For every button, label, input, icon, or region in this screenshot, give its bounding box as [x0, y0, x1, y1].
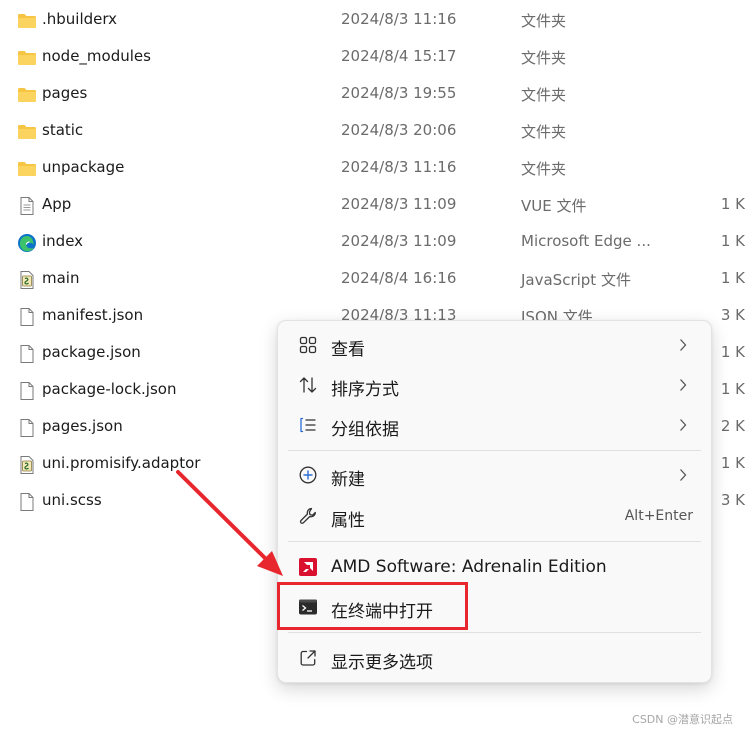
- grid-view-icon: [299, 336, 317, 354]
- file-date: 2024/8/3 11:16: [341, 158, 457, 176]
- file-name: package-lock.json: [42, 380, 177, 398]
- menu-item-group[interactable]: 分组依据: [282, 406, 707, 444]
- menu-item-properties[interactable]: 属性 Alt+Enter: [282, 497, 707, 535]
- file-row[interactable]: index 2024/8/3 11:09 Microsoft Edge ... …: [0, 223, 745, 260]
- file-name: App: [42, 195, 72, 213]
- menu-item-view[interactable]: 查看: [282, 326, 707, 364]
- file-row[interactable]: .hbuilderx 2024/8/3 11:16 文件夹: [0, 1, 745, 38]
- file-size: 1 K: [720, 454, 745, 472]
- menu-item-label: 属性: [331, 511, 365, 531]
- file-date: 2024/8/3 11:16: [341, 10, 457, 28]
- file-size: 3 K: [720, 491, 745, 509]
- menu-item-label: 查看: [331, 340, 365, 360]
- blank-file-icon: [20, 493, 34, 511]
- wrench-icon: [299, 507, 316, 524]
- file-size: 1 K: [720, 269, 745, 287]
- file-size: 3 K: [720, 306, 745, 324]
- file-name: manifest.json: [42, 306, 144, 324]
- blank-file-icon: [20, 345, 34, 363]
- file-date: 2024/8/3 11:09: [341, 195, 457, 213]
- file-name: pages: [42, 84, 88, 102]
- file-date: 2024/8/4 16:16: [341, 269, 457, 287]
- file-type: 文件夹: [521, 12, 567, 30]
- chevron-right-icon: [680, 469, 687, 481]
- file-name: package.json: [42, 343, 141, 361]
- file-type: VUE 文件: [521, 197, 587, 215]
- text-file-icon: [20, 197, 34, 215]
- file-row[interactable]: pages 2024/8/3 19:55 文件夹: [0, 75, 745, 112]
- file-date: 2024/8/3 20:06: [341, 121, 457, 139]
- file-name: static: [42, 121, 84, 139]
- file-date: 2024/8/3 11:09: [341, 232, 457, 250]
- file-type: 文件夹: [521, 123, 567, 141]
- file-date: 2024/8/3 19:55: [341, 84, 457, 102]
- folder-icon: [18, 51, 36, 65]
- file-name: uni.scss: [42, 491, 102, 509]
- file-row[interactable]: node_modules 2024/8/4 15:17 文件夹: [0, 38, 745, 75]
- menu-separator: [288, 541, 701, 542]
- blank-file-icon: [20, 308, 34, 326]
- file-date: 2024/8/4 15:17: [341, 47, 457, 65]
- menu-item-label: 新建: [331, 470, 365, 490]
- menu-item-sort[interactable]: 排序方式: [282, 366, 707, 404]
- chevron-right-icon: [680, 419, 687, 431]
- chevron-right-icon: [680, 339, 687, 351]
- folder-icon: [18, 162, 36, 176]
- menu-item-label: 排序方式: [331, 380, 399, 400]
- file-name: node_modules: [42, 47, 151, 65]
- sort-arrows-icon: [299, 377, 317, 393]
- folder-icon: [18, 125, 36, 139]
- menu-separator: [288, 632, 701, 633]
- file-name: uni.promisify.adaptor: [42, 454, 201, 472]
- folder-icon: [18, 88, 36, 102]
- file-name: unpackage: [42, 158, 125, 176]
- file-name: pages.json: [42, 417, 123, 435]
- file-row[interactable]: main 2024/8/4 16:16 JavaScript 文件 1 K: [0, 260, 745, 297]
- file-size: 1 K: [720, 343, 745, 361]
- script-file-icon: [20, 456, 34, 474]
- file-type: 文件夹: [521, 86, 567, 104]
- file-size: 1 K: [720, 195, 745, 213]
- file-size: 1 K: [720, 232, 745, 250]
- menu-item-shortcut: Alt+Enter: [624, 508, 693, 524]
- menu-item-amd-software[interactable]: AMD Software: Adrenalin Edition: [282, 548, 707, 586]
- file-name: .hbuilderx: [42, 10, 118, 28]
- blank-file-icon: [20, 419, 34, 437]
- menu-item-label: 显示更多选项: [331, 653, 433, 673]
- file-type: 文件夹: [521, 160, 567, 178]
- menu-item-label: AMD Software: Adrenalin Edition: [331, 557, 607, 577]
- group-list-icon: [300, 417, 316, 433]
- menu-item-new[interactable]: 新建: [282, 456, 707, 494]
- annotation-highlight-box: [277, 582, 468, 630]
- file-name: index: [42, 232, 84, 250]
- edge-icon: [18, 234, 36, 252]
- chevron-right-icon: [680, 379, 687, 391]
- blank-file-icon: [20, 382, 34, 400]
- external-link-icon: [300, 650, 316, 666]
- file-name: main: [42, 269, 80, 287]
- file-type: Microsoft Edge ...: [521, 232, 651, 250]
- amd-logo-icon: [299, 558, 317, 576]
- file-type: 文件夹: [521, 49, 567, 67]
- file-row[interactable]: static 2024/8/3 20:06 文件夹: [0, 112, 745, 149]
- script-file-icon: [20, 271, 34, 289]
- file-row[interactable]: unpackage 2024/8/3 11:16 文件夹: [0, 149, 745, 186]
- file-type: JavaScript 文件: [521, 271, 631, 289]
- menu-separator: [288, 450, 701, 451]
- watermark: CSDN @潜意识起点: [632, 713, 733, 726]
- folder-icon: [18, 14, 36, 28]
- file-size: 2 K: [720, 417, 745, 435]
- menu-item-label: 分组依据: [331, 420, 399, 440]
- plus-circle-icon: [299, 466, 317, 484]
- menu-item-show-more-options[interactable]: 显示更多选项: [282, 639, 707, 677]
- file-size: 1 K: [720, 380, 745, 398]
- file-row[interactable]: App 2024/8/3 11:09 VUE 文件 1 K: [0, 186, 745, 223]
